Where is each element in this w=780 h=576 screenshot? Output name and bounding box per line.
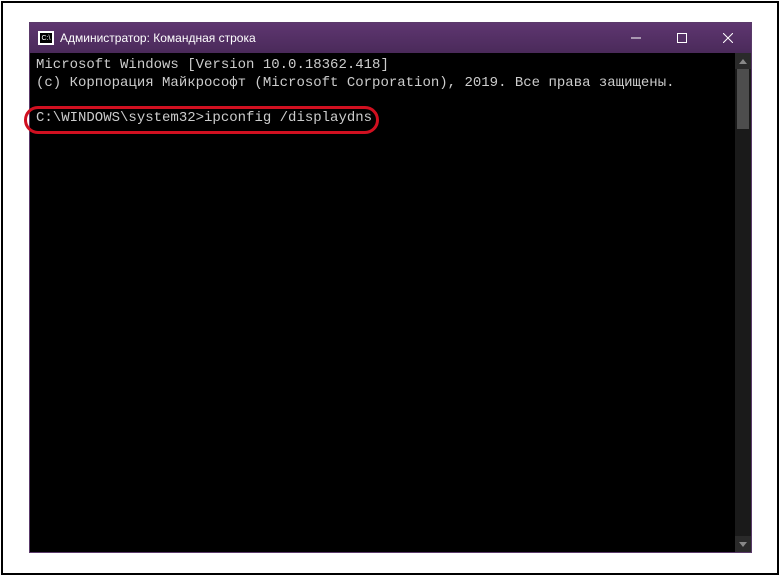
version-line: Microsoft Windows [Version 10.0.18362.41…: [36, 57, 389, 73]
chevron-down-icon: [739, 542, 747, 547]
close-button[interactable]: [705, 23, 751, 53]
typed-command: ipconfig /displaydns: [204, 110, 372, 126]
window-title: Администратор: Командная строка: [60, 31, 613, 45]
scrollbar-down-button[interactable]: [735, 536, 751, 552]
command-prompt-window: C:\ Администратор: Командная строка Micr…: [29, 22, 752, 553]
scrollbar-thumb[interactable]: [737, 69, 749, 129]
titlebar[interactable]: C:\ Администратор: Командная строка: [30, 23, 751, 53]
console-body: Microsoft Windows [Version 10.0.18362.41…: [30, 53, 751, 552]
minimize-icon: [631, 33, 641, 43]
copyright-line: (c) Корпорация Майкрософт (Microsoft Cor…: [36, 75, 675, 91]
cmd-icon: C:\: [38, 31, 54, 45]
cmd-icon-inner: C:\: [40, 33, 52, 43]
vertical-scrollbar[interactable]: [735, 53, 751, 552]
minimize-button[interactable]: [613, 23, 659, 53]
maximize-icon: [677, 33, 687, 43]
maximize-button[interactable]: [659, 23, 705, 53]
scrollbar-up-button[interactable]: [735, 53, 751, 69]
close-icon: [723, 33, 733, 43]
prompt: C:\WINDOWS\system32>: [36, 110, 204, 126]
chevron-up-icon: [739, 59, 747, 64]
window-controls: [613, 23, 751, 53]
console-output[interactable]: Microsoft Windows [Version 10.0.18362.41…: [30, 53, 735, 552]
